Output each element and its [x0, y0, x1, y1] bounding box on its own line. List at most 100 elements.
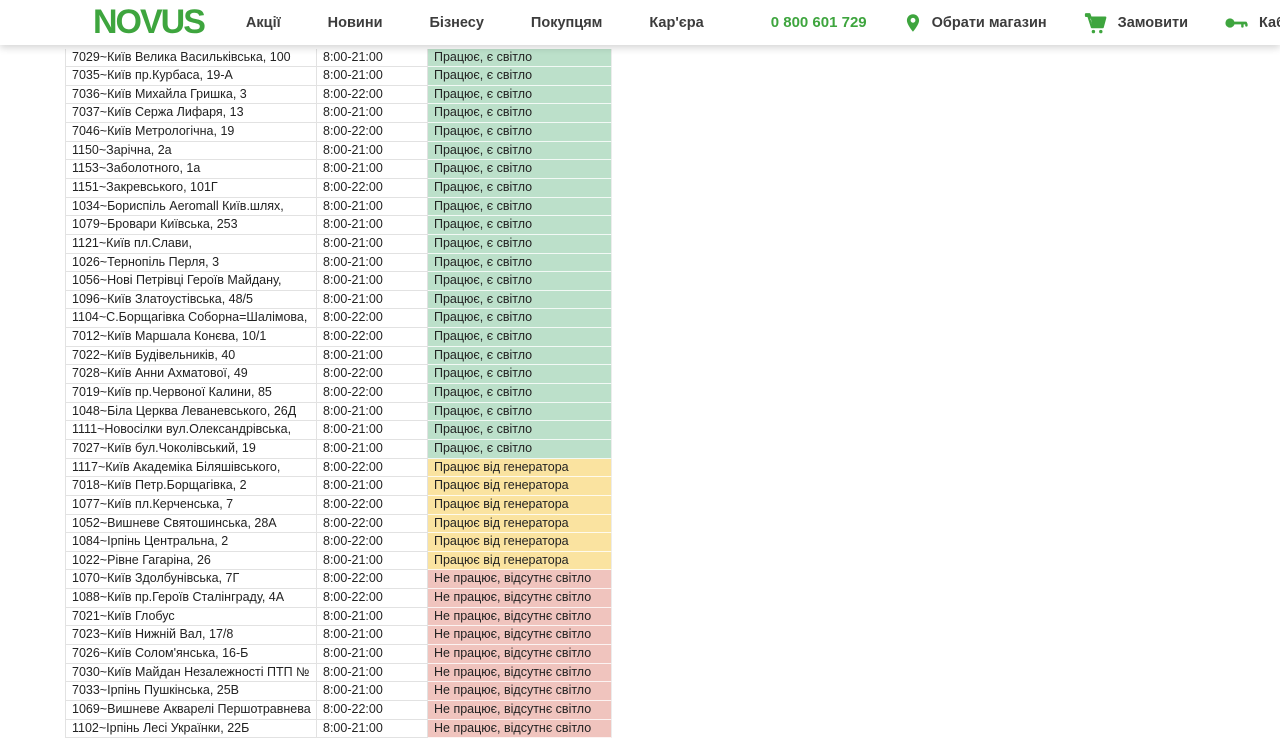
table-row: 1111~Новосілки вул.Олександрівська,8:00-… — [65, 421, 612, 440]
table-row: 1079~Бровари Київська, 2538:00-21:00Прац… — [65, 216, 612, 235]
store-address-cell: 1069~Вишневе Акварелі Першотравнева — [65, 701, 317, 720]
store-address-cell: 7030~Київ Майдан Незалежності ПТП № — [65, 664, 317, 683]
table-row: 7036~Київ Михайла Гришка, 38:00-22:00Пра… — [65, 86, 612, 105]
table-row: 7037~Київ Сержа Лифаря, 138:00-21:00Прац… — [65, 104, 612, 123]
store-address-cell: 7037~Київ Сержа Лифаря, 13 — [65, 104, 317, 123]
status-cell: Працює від генератора — [428, 552, 612, 571]
store-address-cell: 7026~Київ Солом'янська, 16-Б — [65, 645, 317, 664]
status-cell: Працює, є світло — [428, 123, 612, 142]
status-cell: Працює від генератора — [428, 459, 612, 478]
working-hours-cell: 8:00-21:00 — [317, 49, 428, 68]
store-address-cell: 7019~Київ пр.Червоної Калини, 85 — [65, 384, 317, 403]
nav-item-shoppers[interactable]: Покупцям — [531, 15, 602, 31]
working-hours-cell: 8:00-22:00 — [317, 570, 428, 589]
table-row: 1084~Ірпінь Центральна, 28:00-22:00Працю… — [65, 533, 612, 552]
status-cell: Не працює, відсутнє світло — [428, 608, 612, 627]
status-cell: Працює, є світло — [428, 384, 612, 403]
store-address-cell: 1096~Київ Златоустівська, 48/5 — [65, 291, 317, 310]
table-row: 1150~Зарічна, 2а8:00-21:00Працює, є світ… — [65, 142, 612, 161]
status-cell: Працює, є світло — [428, 365, 612, 384]
location-pin-icon — [903, 12, 923, 34]
status-cell: Працює від генератора — [428, 477, 612, 496]
table-row: 1153~Заболотного, 1а8:00-21:00Працює, є … — [65, 160, 612, 179]
store-address-cell: 1111~Новосілки вул.Олександрівська, — [65, 421, 317, 440]
main-nav: Акції Новини Бізнесу Покупцям Кар'єра — [246, 15, 751, 31]
table-row: 1077~Київ пл.Керченська, 78:00-22:00Прац… — [65, 496, 612, 515]
status-cell: Працює, є світло — [428, 421, 612, 440]
status-cell: Працює, є світло — [428, 440, 612, 459]
status-cell: Працює, є світло — [428, 67, 612, 86]
working-hours-cell: 8:00-22:00 — [317, 365, 428, 384]
store-address-cell: 1150~Зарічна, 2а — [65, 142, 317, 161]
table-row: 1096~Київ Златоустівська, 48/58:00-21:00… — [65, 291, 612, 310]
store-address-cell: 1102~Ірпінь Лесі Українки, 22Б — [65, 720, 317, 738]
novus-logo[interactable]: NOVUS — [93, 0, 204, 45]
order-button[interactable]: Замовити — [1083, 11, 1188, 35]
status-cell: Працює від генератора — [428, 515, 612, 534]
status-cell: Працює, є світло — [428, 328, 612, 347]
store-address-cell: 1084~Ірпінь Центральна, 2 — [65, 533, 317, 552]
status-cell: Не працює, відсутнє світло — [428, 589, 612, 608]
table-row: 7027~Київ бул.Чоколівський, 198:00-21:00… — [65, 440, 612, 459]
store-address-cell: 1153~Заболотного, 1а — [65, 160, 317, 179]
working-hours-cell: 8:00-21:00 — [317, 291, 428, 310]
top-navigation-bar: NOVUS Акції Новини Бізнесу Покупцям Кар'… — [0, 0, 1280, 45]
nav-item-promotions[interactable]: Акції — [246, 15, 281, 31]
status-cell: Працює від генератора — [428, 533, 612, 552]
status-cell: Працює, є світло — [428, 198, 612, 217]
table-row: 1069~Вишневе Акварелі Першотравнева8:00-… — [65, 701, 612, 720]
table-row: 1117~Київ Академіка Біляшівського,8:00-2… — [65, 459, 612, 478]
store-status-table: 7029~Київ Велика Васильківська, 1008:00-… — [65, 49, 612, 738]
table-row: 1052~Вишневе Святошинська, 28А8:00-22:00… — [65, 515, 612, 534]
table-row: 1070~Київ Здолбунівська, 7Г8:00-22:00Не … — [65, 570, 612, 589]
status-cell: Працює, є світло — [428, 272, 612, 291]
table-row: 1088~Київ пр.Героїв Сталінграду, 4А8:00-… — [65, 589, 612, 608]
working-hours-cell: 8:00-22:00 — [317, 515, 428, 534]
table-row: 1151~Закревського, 101Г8:00-22:00Працює,… — [65, 179, 612, 198]
table-row: 7026~Київ Солом'янська, 16-Б8:00-21:00Не… — [65, 645, 612, 664]
phone-number[interactable]: 0 800 601 729 — [771, 14, 867, 31]
working-hours-cell: 8:00-21:00 — [317, 720, 428, 738]
status-cell: Працює, є світло — [428, 347, 612, 366]
working-hours-cell: 8:00-21:00 — [317, 608, 428, 627]
table-row: 1022~Рівне Гагаріна, 268:00-21:00Працює … — [65, 552, 612, 571]
status-cell: Працює, є світло — [428, 179, 612, 198]
status-cell: Не працює, відсутнє світло — [428, 664, 612, 683]
table-row: 7022~Київ Будівельників, 408:00-21:00Пра… — [65, 347, 612, 366]
working-hours-cell: 8:00-22:00 — [317, 533, 428, 552]
status-cell: Не працює, відсутнє світло — [428, 626, 612, 645]
nav-item-news[interactable]: Новини — [328, 15, 383, 31]
table-row: 1121~Київ пл.Слави,8:00-21:00Працює, є с… — [65, 235, 612, 254]
account-label: Кабінет — [1259, 15, 1280, 31]
nav-item-career[interactable]: Кар'єра — [649, 15, 703, 31]
working-hours-cell: 8:00-21:00 — [317, 67, 428, 86]
working-hours-cell: 8:00-22:00 — [317, 179, 428, 198]
store-address-cell: 7018~Київ Петр.Борщагівка, 2 — [65, 477, 317, 496]
working-hours-cell: 8:00-21:00 — [317, 626, 428, 645]
store-address-cell: 7046~Київ Метрологічна, 19 — [65, 123, 317, 142]
store-address-cell: 7035~Київ пр.Курбаса, 19-А — [65, 67, 317, 86]
choose-store-button[interactable]: Обрати магазин — [903, 12, 1047, 34]
working-hours-cell: 8:00-21:00 — [317, 160, 428, 179]
status-cell: Працює, є світло — [428, 254, 612, 273]
status-cell: Працює, є світло — [428, 86, 612, 105]
table-row: 1104~С.Борщагівка Соборна=Шалімова,8:00-… — [65, 309, 612, 328]
account-button[interactable]: Кабінет — [1224, 15, 1280, 31]
table-row: 7018~Київ Петр.Борщагівка, 28:00-21:00Пр… — [65, 477, 612, 496]
store-address-cell: 1026~Тернопіль Перля, 3 — [65, 254, 317, 273]
working-hours-cell: 8:00-22:00 — [317, 86, 428, 105]
store-address-cell: 7012~Київ Маршала Конєва, 10/1 — [65, 328, 317, 347]
working-hours-cell: 8:00-22:00 — [317, 589, 428, 608]
working-hours-cell: 8:00-21:00 — [317, 645, 428, 664]
working-hours-cell: 8:00-21:00 — [317, 198, 428, 217]
working-hours-cell: 8:00-21:00 — [317, 477, 428, 496]
store-address-cell: 1052~Вишневе Святошинська, 28А — [65, 515, 317, 534]
working-hours-cell: 8:00-22:00 — [317, 496, 428, 515]
nav-item-business[interactable]: Бізнесу — [430, 15, 484, 31]
table-row: 7028~Київ Анни Ахматової, 498:00-22:00Пр… — [65, 365, 612, 384]
working-hours-cell: 8:00-22:00 — [317, 459, 428, 478]
working-hours-cell: 8:00-21:00 — [317, 235, 428, 254]
working-hours-cell: 8:00-22:00 — [317, 328, 428, 347]
working-hours-cell: 8:00-21:00 — [317, 440, 428, 459]
working-hours-cell: 8:00-21:00 — [317, 421, 428, 440]
